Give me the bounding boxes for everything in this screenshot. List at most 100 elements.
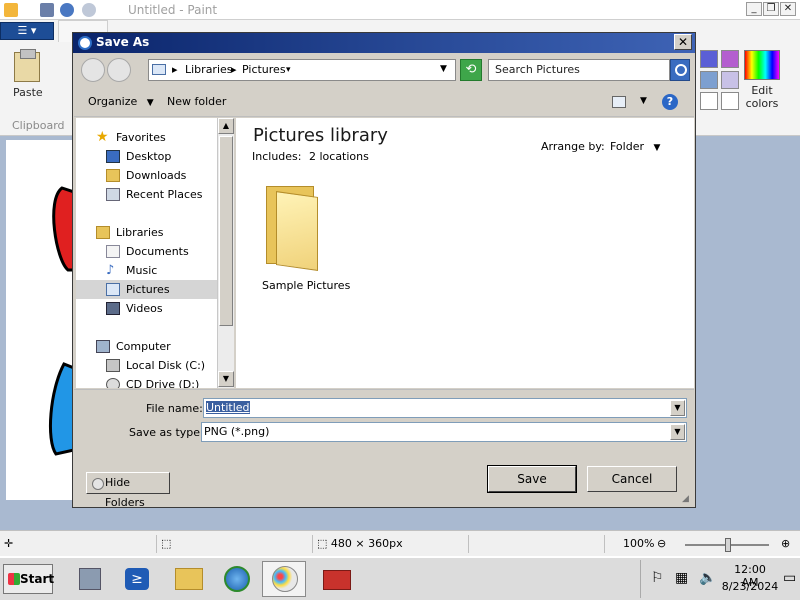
- breadcrumb-chevron-down-icon[interactable]: ▾: [286, 65, 291, 75]
- minimize-button[interactable]: _: [746, 2, 762, 16]
- zoom-slider-thumb[interactable]: [725, 538, 731, 552]
- zoom-level: 100%: [623, 537, 655, 550]
- organize-menu[interactable]: Organize ▼: [88, 95, 154, 108]
- color-swatch[interactable]: [721, 92, 739, 110]
- file-name-input[interactable]: Untitled ▼: [203, 398, 687, 418]
- color-swatch[interactable]: [700, 92, 718, 110]
- zoom-controls: 100% ⊖ ⊕: [604, 535, 800, 553]
- color-swatch[interactable]: [721, 50, 739, 68]
- change-view-icon[interactable]: [612, 96, 626, 108]
- powershell-icon[interactable]: ≥: [114, 561, 158, 597]
- file-name-dropdown-icon[interactable]: ▼: [670, 400, 685, 416]
- back-button[interactable]: [81, 58, 105, 82]
- save-as-type-select[interactable]: PNG (*.png) ▼: [201, 422, 687, 442]
- canvas-size-icon: ⬚: [317, 537, 331, 550]
- nav-recent-places[interactable]: Recent Places: [76, 185, 218, 204]
- undo-icon[interactable]: [60, 3, 74, 17]
- includes-locations-link[interactable]: 2 locations: [309, 150, 369, 163]
- nav-downloads[interactable]: Downloads: [76, 166, 218, 185]
- nav-videos[interactable]: Videos: [76, 299, 218, 318]
- local-disk-icon: [106, 359, 120, 372]
- organize-label: Organize: [88, 95, 138, 108]
- redo-icon[interactable]: [82, 3, 96, 17]
- save-button[interactable]: Save: [487, 465, 577, 493]
- nav-music[interactable]: ♪ Music: [76, 261, 218, 280]
- dialog-title-bar[interactable]: [73, 33, 695, 53]
- scroll-up-icon[interactable]: ▲: [218, 118, 234, 134]
- internet-explorer-icon[interactable]: [214, 561, 258, 597]
- nav-scrollbar[interactable]: ▲ ▼: [217, 118, 234, 388]
- hide-folders-button[interactable]: Hide Folders: [86, 472, 170, 509]
- paint-status-bar: ✛ ⬚ ⬚ 480 × 360px 100% ⊖ ⊕: [0, 530, 800, 556]
- color-swatch[interactable]: [700, 50, 718, 68]
- nav-libraries-label: Libraries: [116, 226, 164, 239]
- dialog-close-button[interactable]: ✕: [674, 34, 692, 50]
- save-icon[interactable]: [40, 3, 54, 17]
- paint-app-icon: [4, 3, 18, 17]
- canvas-size: ⬚ 480 × 360px: [312, 535, 464, 553]
- breadcrumb-libraries[interactable]: Libraries: [185, 63, 233, 76]
- search-input[interactable]: Search Pictures: [488, 59, 670, 81]
- folder-sample-pictures-label[interactable]: Sample Pictures: [262, 279, 350, 292]
- paste-icon[interactable]: [14, 49, 40, 82]
- help-icon[interactable]: ?: [662, 94, 678, 110]
- nav-desktop-label: Desktop: [126, 150, 172, 163]
- server-manager-icon[interactable]: [68, 561, 112, 597]
- paint-app-icon: [78, 36, 92, 50]
- maximize-button[interactable]: ❐: [763, 2, 779, 16]
- forward-button[interactable]: [107, 58, 131, 82]
- refresh-icon[interactable]: ⟲: [460, 59, 482, 81]
- save-as-type-dropdown-icon[interactable]: ▼: [670, 424, 685, 440]
- nav-libraries[interactable]: Libraries: [76, 223, 218, 242]
- includes-label: Includes:: [252, 150, 302, 163]
- color-swatch[interactable]: [700, 71, 718, 89]
- paint-window-title: Untitled - Paint: [128, 3, 218, 17]
- toolbox-icon[interactable]: [314, 561, 358, 597]
- breadcrumb-pictures[interactable]: Pictures: [242, 63, 286, 76]
- breadcrumb-separator[interactable]: ▸: [172, 63, 178, 76]
- volume-muted-icon[interactable]: 🔈: [699, 570, 716, 586]
- arrange-by-dropdown[interactable]: Folder ▼: [610, 140, 660, 153]
- nav-favorites-label: Favorites: [116, 131, 166, 144]
- desktop-icon: [106, 150, 120, 163]
- music-icon: ♪: [106, 263, 115, 278]
- breadcrumb-separator[interactable]: ▸: [231, 63, 237, 76]
- scroll-down-icon[interactable]: ▼: [218, 371, 234, 387]
- color-swatch[interactable]: [721, 71, 739, 89]
- close-window-button[interactable]: ✕: [780, 2, 796, 16]
- show-desktop-icon[interactable]: ▭: [783, 570, 796, 586]
- nav-documents[interactable]: Documents: [76, 242, 218, 261]
- nav-computer[interactable]: Computer: [76, 337, 218, 356]
- file-name-label: File name:: [146, 402, 203, 415]
- zoom-in-icon[interactable]: ⊕: [781, 535, 790, 553]
- nav-pictures[interactable]: Pictures: [76, 280, 218, 299]
- nav-desktop[interactable]: Desktop: [76, 147, 218, 166]
- zoom-out-icon[interactable]: ⊖: [657, 535, 666, 553]
- paste-label[interactable]: Paste: [13, 86, 43, 99]
- edit-colors-icon[interactable]: [744, 50, 780, 80]
- cancel-button[interactable]: Cancel: [587, 466, 677, 492]
- nav-favorites[interactable]: ★ Favorites: [76, 128, 218, 147]
- drawing-canvas[interactable]: [6, 140, 76, 500]
- nav-documents-label: Documents: [126, 245, 189, 258]
- selection-size-icon: ⬚: [156, 535, 306, 553]
- folder-icon[interactable]: [262, 182, 320, 271]
- clock-date[interactable]: 8/23/2024: [718, 580, 782, 593]
- start-button[interactable]: Start: [3, 564, 54, 594]
- clipboard-group-label: Clipboard: [12, 119, 65, 132]
- edit-colors-label[interactable]: Edit colors: [740, 84, 784, 110]
- view-options-dropdown-icon[interactable]: ▼: [640, 96, 647, 106]
- new-folder-button[interactable]: New folder: [167, 95, 226, 108]
- nav-cd-drive[interactable]: CD Drive (D:) Ponc: [76, 375, 218, 388]
- paint-taskbar-icon[interactable]: [262, 561, 306, 597]
- address-history-dropdown-icon[interactable]: ▼: [440, 64, 447, 74]
- network-icon[interactable]: ▦: [675, 570, 688, 586]
- paint-menu-button[interactable]: ☰ ▾: [0, 22, 54, 40]
- nav-local-disk[interactable]: Local Disk (C:): [76, 356, 218, 375]
- scroll-thumb[interactable]: [219, 136, 233, 326]
- action-center-flag-icon[interactable]: ⚐: [651, 570, 664, 586]
- resize-grip-icon[interactable]: ◢: [682, 494, 689, 504]
- explorer-icon[interactable]: [166, 561, 210, 597]
- search-icon[interactable]: [670, 59, 690, 81]
- chevron-down-icon: ▼: [653, 143, 661, 153]
